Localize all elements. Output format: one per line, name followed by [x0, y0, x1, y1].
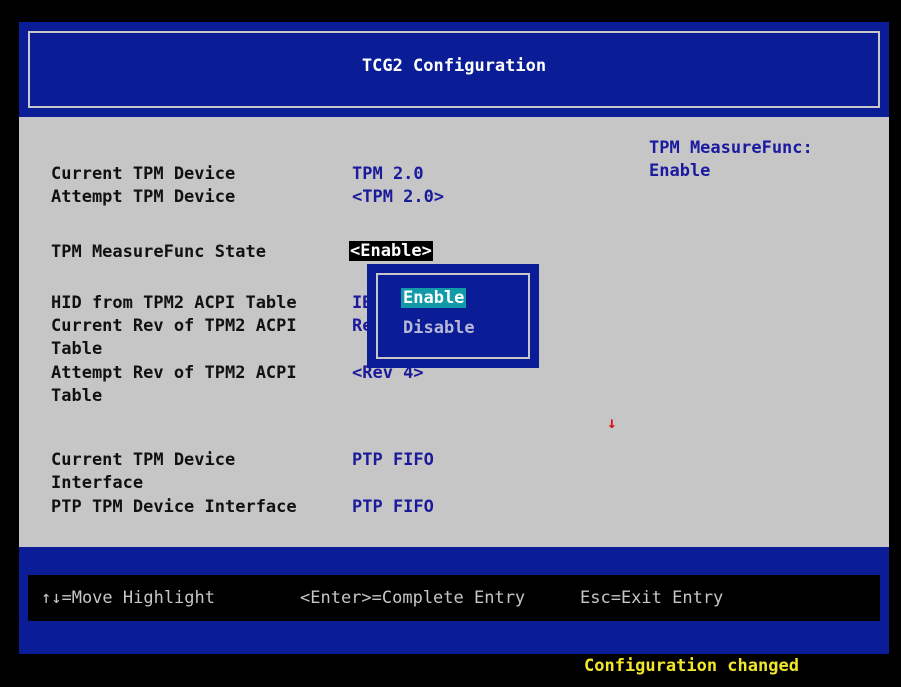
attempt-tpm-device-label: Attempt TPM Device — [51, 187, 236, 207]
measure-func-state-option[interactable]: <Enable> — [349, 241, 433, 261]
current-rev-label-line2: Table — [51, 339, 103, 359]
hid-acpi-label: HID from TPM2 ACPI Table — [51, 293, 297, 313]
current-rev-label-line1: Current Rev of TPM2 ACPI — [51, 316, 297, 336]
status-message: Configuration changed — [584, 656, 799, 676]
page-title: TCG2 Configuration — [361, 56, 547, 76]
attempt-rev-label-line2: Table — [51, 386, 103, 406]
popup-frame — [376, 273, 530, 359]
footer-bar: ↑↓=Move Highlight <Enter>=Complete Entry… — [19, 547, 889, 654]
help-text-line1: TPM MeasureFunc: — [649, 138, 813, 158]
scroll-down-icon[interactable]: ↓ — [607, 413, 617, 432]
popup-option-disable[interactable]: Disable — [403, 318, 475, 338]
current-tpm-device-label: Current TPM Device — [51, 164, 236, 184]
help-text-line2: Enable — [649, 161, 711, 181]
exit-entry-hint: Esc=Exit Entry — [580, 588, 724, 608]
key-help-bar: ↑↓=Move Highlight <Enter>=Complete Entry… — [28, 575, 880, 621]
ptp-interface-value: PTP FIFO — [352, 497, 434, 517]
option-popup: Enable Disable — [367, 264, 539, 368]
attempt-rev-label-line1: Attempt Rev of TPM2 ACPI — [51, 363, 297, 383]
current-interface-label-line2: Interface — [51, 473, 144, 493]
measure-func-state-label: TPM MeasureFunc State — [51, 242, 266, 262]
current-interface-label-line1: Current TPM Device — [51, 450, 236, 470]
popup-option-enable[interactable]: Enable — [401, 288, 467, 308]
ptp-interface-label: PTP TPM Device Interface — [51, 497, 297, 517]
attempt-tpm-device-option[interactable]: <TPM 2.0> — [352, 187, 444, 207]
complete-entry-hint: <Enter>=Complete Entry — [300, 588, 526, 608]
move-highlight-hint: ↑↓=Move Highlight — [41, 588, 215, 608]
header-bar: TCG2 Configuration — [19, 22, 889, 117]
current-interface-value: PTP FIFO — [352, 450, 434, 470]
current-tpm-device-value: TPM 2.0 — [352, 164, 424, 184]
